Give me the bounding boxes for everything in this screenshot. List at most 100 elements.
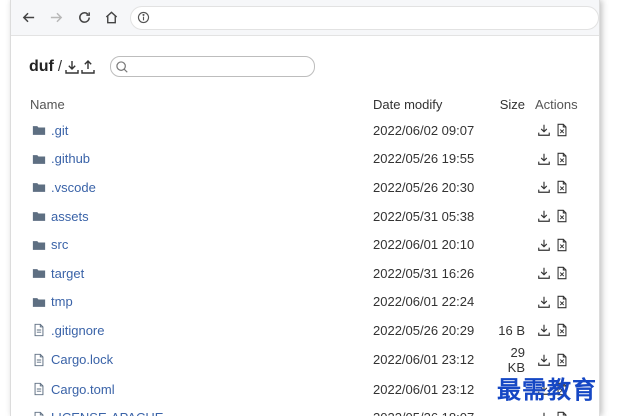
date-cell: 2022/06/01 20:10: [373, 237, 475, 253]
size-cell: [491, 230, 531, 259]
size-cell: 16 B: [498, 322, 525, 338]
download-icon[interactable]: [537, 180, 551, 194]
download-icon[interactable]: [537, 209, 551, 223]
name-cell: tmp: [30, 288, 373, 317]
delete-file-icon[interactable]: [555, 152, 569, 166]
file-name-link[interactable]: .gitignore: [51, 323, 104, 338]
upload-icon[interactable]: [80, 59, 96, 75]
file-table: Name Date modify Size Actions .git 2022/0…: [30, 92, 590, 416]
folder-icon: [32, 209, 46, 223]
path-separator: /: [57, 58, 63, 75]
address-bar[interactable]: [129, 5, 599, 30]
download-icon[interactable]: [537, 295, 551, 309]
file-name-link[interactable]: .vscode: [51, 180, 96, 195]
actions-cell: [531, 173, 590, 202]
date-cell: 2022/06/01 23:12: [373, 381, 475, 397]
delete-file-icon[interactable]: [555, 411, 569, 416]
delete-file-icon[interactable]: [555, 266, 569, 280]
name-cell: src: [30, 230, 373, 259]
folder-icon: [32, 238, 46, 252]
name-cell: target: [30, 259, 373, 288]
search-icon: [116, 60, 128, 73]
download-icon[interactable]: [537, 353, 551, 367]
file-name-link[interactable]: target: [51, 266, 84, 281]
table-row: assets 2022/05/31 05:38: [30, 202, 590, 231]
delete-file-icon[interactable]: [555, 209, 569, 223]
download-icon[interactable]: [64, 59, 80, 75]
file-name-link[interactable]: LICENSE-APACHE: [51, 410, 163, 416]
table-row: .git 2022/06/02 09:07: [30, 116, 590, 145]
home-button[interactable]: [98, 4, 126, 32]
actions-cell: [531, 116, 590, 145]
delete-file-icon[interactable]: [555, 323, 569, 337]
file-icon: [32, 323, 46, 337]
actions-cell: [531, 316, 590, 345]
folder-icon: [32, 152, 46, 166]
file-name-link[interactable]: Cargo.toml: [51, 382, 115, 397]
date-cell: 2022/05/26 20:30: [373, 179, 475, 195]
table-row: tmp 2022/06/01 22:24: [30, 288, 590, 317]
delete-file-icon[interactable]: [555, 295, 569, 309]
home-icon: [106, 11, 118, 24]
download-icon[interactable]: [537, 123, 551, 137]
table-row: .github 2022/05/26 19:55: [30, 145, 590, 174]
delete-file-icon[interactable]: [555, 353, 569, 367]
info-icon[interactable]: [137, 11, 150, 24]
file-name-link[interactable]: .github: [51, 151, 90, 166]
forward-button[interactable]: [43, 4, 71, 32]
column-header-size[interactable]: Size: [491, 92, 531, 116]
column-header-name[interactable]: Name: [30, 92, 373, 116]
folder-icon: [32, 123, 46, 137]
delete-file-icon[interactable]: [555, 180, 569, 194]
delete-file-icon[interactable]: [555, 123, 569, 137]
name-cell: LICENSE-APACHE: [30, 403, 373, 416]
download-icon[interactable]: [537, 323, 551, 337]
file-name-link[interactable]: src: [51, 237, 68, 252]
actions-cell: [531, 202, 590, 231]
name-cell: .github: [30, 145, 373, 174]
table-header-row: Name Date modify Size Actions: [30, 92, 590, 116]
back-button[interactable]: [15, 4, 43, 32]
browser-window: duf / Name Date modify Size Actions .git…: [10, 0, 600, 416]
date-cell: 2022/06/02 09:07: [373, 122, 475, 138]
date-cell: 2022/05/26 19:55: [373, 151, 475, 167]
download-icon[interactable]: [537, 411, 551, 416]
page-header: duf /: [29, 56, 316, 77]
size-cell: [491, 202, 531, 231]
table-row: LICENSE-APACHE 2022/05/26 18:07: [30, 403, 590, 416]
page-title: duf: [29, 57, 54, 75]
download-icon[interactable]: [537, 238, 551, 252]
file-name-link[interactable]: tmp: [51, 294, 73, 309]
name-cell: .gitignore: [30, 316, 373, 345]
actions-cell: [531, 288, 590, 317]
actions-cell: [531, 403, 590, 416]
table-row: target 2022/05/31 16:26: [30, 259, 590, 288]
search-input[interactable]: [132, 59, 303, 74]
reload-button[interactable]: [70, 4, 98, 32]
actions-cell: [531, 145, 590, 174]
column-header-date[interactable]: Date modify: [373, 92, 491, 116]
file-name-link[interactable]: assets: [51, 209, 89, 224]
table-row: .vscode 2022/05/26 20:30: [30, 173, 590, 202]
download-icon[interactable]: [537, 152, 551, 166]
folder-icon: [32, 266, 46, 280]
actions-cell: [531, 230, 590, 259]
table-row: src 2022/06/01 20:10: [30, 230, 590, 259]
actions-cell: [531, 259, 590, 288]
name-cell: Cargo.lock: [30, 345, 373, 375]
delete-file-icon[interactable]: [555, 238, 569, 252]
name-cell: assets: [30, 202, 373, 231]
date-cell: 2022/06/01 23:12: [373, 352, 475, 368]
size-cell: [491, 403, 531, 416]
name-cell: .git: [30, 116, 373, 145]
file-icon: [32, 353, 46, 367]
file-name-link[interactable]: Cargo.lock: [51, 352, 113, 367]
table-row: .gitignore 2022/05/26 20:29 16 B: [30, 316, 590, 345]
arrow-right-icon: [50, 12, 63, 23]
size-cell: [491, 116, 531, 145]
folder-icon: [32, 180, 46, 194]
watermark: 最需教育: [497, 376, 597, 404]
download-icon[interactable]: [537, 266, 551, 280]
search-box[interactable]: [110, 56, 316, 77]
file-name-link[interactable]: .git: [51, 123, 68, 138]
